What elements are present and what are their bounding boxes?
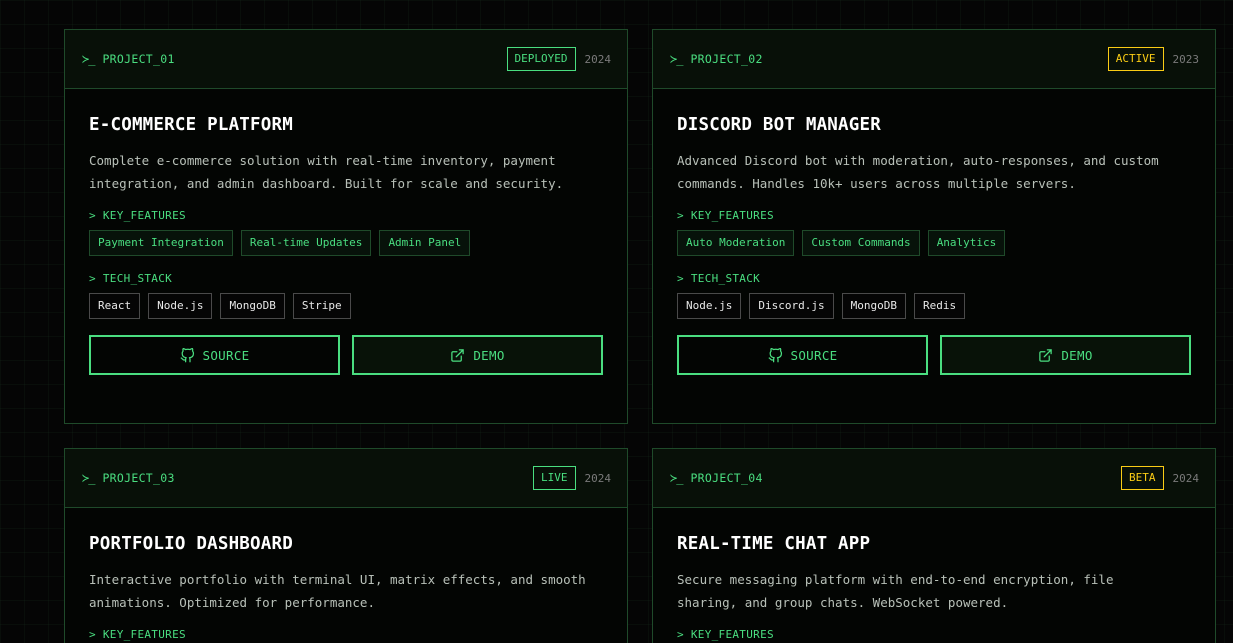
project-id: PROJECT_04 [690, 471, 763, 485]
status-badge: BETA [1121, 466, 1164, 490]
feature-tag: Auto Moderation [677, 230, 795, 256]
description-line: animations. Optimized for performance. [89, 595, 375, 610]
key-features-label: > KEY_FEATURES [89, 628, 186, 641]
tech-tag: Discord.js [749, 293, 834, 319]
description-line: Complete e-commerce solution with real-t… [89, 153, 556, 168]
description-line: Interactive portfolio with terminal UI, … [89, 572, 586, 587]
project-title: E-COMMERCE PLATFORM [89, 115, 293, 135]
feature-tag: Admin Panel [379, 230, 471, 256]
project-card-2: ≻_ PROJECT_02 ACTIVE 2023 DISCORD BOT MA… [652, 29, 1216, 424]
card-header: ≻_ PROJECT_02 ACTIVE 2023 [653, 30, 1215, 89]
tech-tag: React [89, 293, 141, 319]
project-year: 2024 [584, 52, 612, 66]
card-header: ≻_ PROJECT_01 DEPLOYED 2024 [65, 30, 627, 89]
feature-tag: Analytics [927, 230, 1006, 256]
source-button-label: SOURCE [790, 347, 838, 363]
status-badge: DEPLOYED [506, 47, 576, 71]
card-header: ≻_ PROJECT_03 LIVE 2024 [65, 449, 627, 508]
card-header: ≻_ PROJECT_04 BETA 2024 [653, 449, 1215, 508]
tech-stack-label: > TECH_STACK [677, 272, 761, 285]
project-title: REAL-TIME CHAT APP [677, 534, 871, 554]
project-year: 2024 [584, 471, 612, 485]
feature-tag: Real-time Updates [240, 230, 372, 256]
tech-stack-label: > TECH_STACK [89, 272, 173, 285]
terminal-prompt-icon: ≻_ [82, 471, 95, 485]
status-badge: ACTIVE [1107, 47, 1164, 71]
project-card-4: ≻_ PROJECT_04 BETA 2024 REAL-TIME CHAT A… [652, 448, 1216, 643]
tech-tag: MongoDB [841, 293, 906, 319]
description-line: sharing, and group chats. WebSocket powe… [677, 595, 1009, 610]
terminal-prompt-icon: ≻_ [670, 52, 683, 66]
project-id: PROJECT_01 [102, 52, 175, 66]
external-link-icon [1039, 348, 1053, 362]
demo-button[interactable]: DEMO [940, 335, 1191, 375]
feature-tags: Auto Moderation Custom Commands Analytic… [677, 230, 1191, 256]
key-features-label: > KEY_FEATURES [677, 628, 774, 641]
source-button[interactable]: SOURCE [677, 335, 928, 375]
demo-button-label: DEMO [473, 347, 505, 363]
project-description: Secure messaging platform with end-to-en… [677, 568, 1191, 614]
feature-tag: Payment Integration [89, 230, 233, 256]
external-link-icon [451, 348, 465, 362]
project-card-1: ≻_ PROJECT_01 DEPLOYED 2024 E-COMMERCE P… [64, 29, 628, 424]
github-icon [180, 347, 194, 362]
tech-tag: Stripe [292, 293, 351, 319]
demo-button[interactable]: DEMO [352, 335, 603, 375]
project-title: DISCORD BOT MANAGER [677, 115, 881, 135]
project-year: 2024 [1172, 471, 1200, 485]
project-id: PROJECT_02 [690, 52, 763, 66]
status-badge: LIVE [533, 466, 576, 490]
project-title: PORTFOLIO DASHBOARD [89, 534, 293, 554]
project-year: 2023 [1172, 52, 1200, 66]
source-button-label: SOURCE [202, 347, 250, 363]
feature-tag: Custom Commands [802, 230, 920, 256]
project-card-3: ≻_ PROJECT_03 LIVE 2024 PORTFOLIO DASHBO… [64, 448, 628, 643]
tech-tags: React Node.js MongoDB Stripe [89, 293, 603, 319]
github-icon [768, 347, 782, 362]
terminal-prompt-icon: ≻_ [670, 471, 683, 485]
description-line: Advanced Discord bot with moderation, au… [677, 153, 1159, 168]
project-description: Advanced Discord bot with moderation, au… [677, 149, 1191, 195]
tech-tag: Redis [913, 293, 966, 319]
project-id: PROJECT_03 [102, 471, 175, 485]
terminal-prompt-icon: ≻_ [82, 52, 95, 66]
description-line: commands. Handles 10k+ users across mult… [677, 176, 1076, 191]
project-description: Complete e-commerce solution with real-t… [89, 149, 603, 195]
tech-tag: Node.js [148, 293, 213, 319]
tech-tag: MongoDB [220, 293, 285, 319]
tech-tags: Node.js Discord.js MongoDB Redis [677, 293, 1191, 319]
description-line: integration, and admin dashboard. Built … [89, 176, 564, 191]
demo-button-label: DEMO [1061, 347, 1093, 363]
project-description: Interactive portfolio with terminal UI, … [89, 568, 603, 614]
description-line: Secure messaging platform with end-to-en… [677, 572, 1114, 587]
feature-tags: Payment Integration Real-time Updates Ad… [89, 230, 603, 256]
key-features-label: > KEY_FEATURES [89, 209, 186, 222]
key-features-label: > KEY_FEATURES [677, 209, 774, 222]
tech-tag: Node.js [677, 293, 742, 319]
source-button[interactable]: SOURCE [89, 335, 340, 375]
